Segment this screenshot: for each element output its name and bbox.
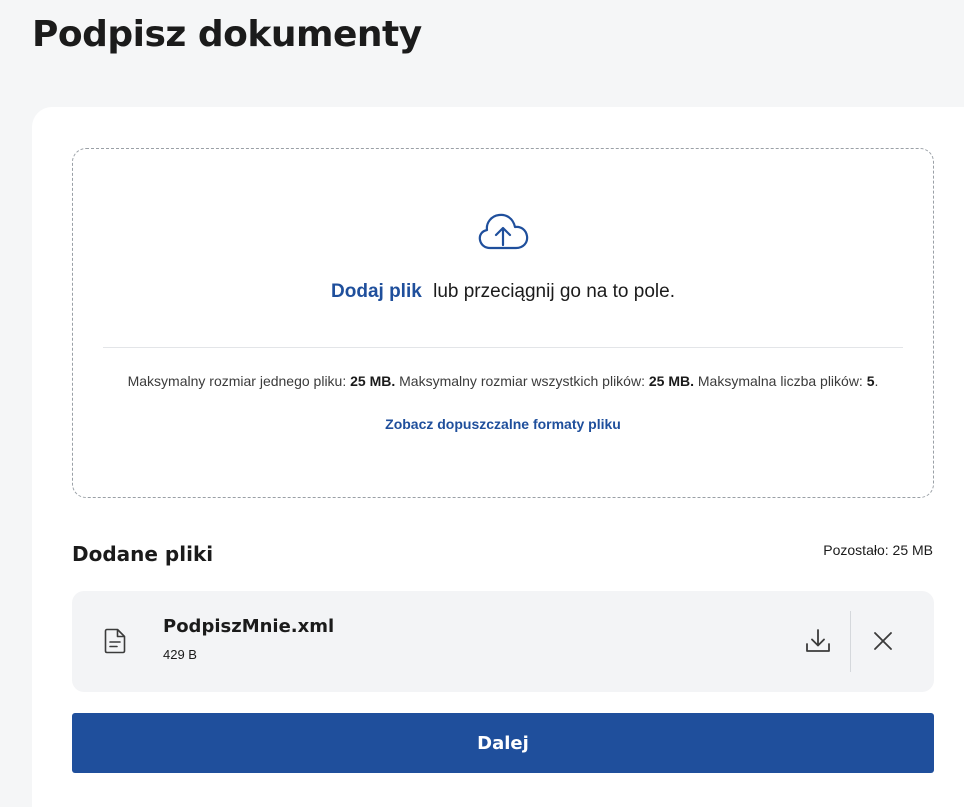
- max-single-label: Maksymalny rozmiar jednego pliku:: [127, 373, 347, 389]
- file-list-item: PodpiszMnie.xml 429 B: [72, 591, 934, 692]
- max-count-value: 5: [866, 373, 875, 389]
- drag-instruction-text: lub przeciągnij go na to pole.: [433, 281, 675, 302]
- cloud-upload-icon: [478, 213, 529, 250]
- page-title: Podpisz dokumenty: [32, 14, 422, 55]
- allowed-formats-link[interactable]: Zobacz dopuszczalne formaty pliku: [73, 416, 933, 432]
- max-single-value: 25 MB.: [350, 373, 396, 389]
- next-button[interactable]: Dalej: [72, 713, 934, 773]
- action-divider: [850, 611, 851, 672]
- document-icon: [104, 628, 126, 654]
- dropzone-divider: [103, 347, 903, 348]
- file-limits-text: Maksymalny rozmiar jednego pliku: 25 MB.…: [103, 371, 903, 392]
- file-dropzone[interactable]: Dodaj plik lub przeciągnij go na to pole…: [72, 148, 934, 498]
- max-count-label: Maksymalna liczba plików:: [697, 373, 863, 389]
- max-total-label: Maksymalny rozmiar wszystkich plików:: [399, 373, 645, 389]
- remaining-space: Pozostało: 25 MB: [823, 542, 933, 558]
- download-icon[interactable]: [801, 624, 835, 658]
- dropzone-instruction: Dodaj plik lub przeciągnij go na to pole…: [73, 281, 933, 303]
- added-files-heading: Dodane pliki: [72, 542, 214, 566]
- file-size: 429 B: [163, 647, 197, 662]
- max-count-suffix: .: [874, 373, 879, 389]
- max-total-value: 25 MB.: [648, 373, 694, 389]
- add-file-link[interactable]: Dodaj plik: [331, 281, 422, 302]
- file-name: PodpiszMnie.xml: [163, 616, 335, 637]
- close-icon[interactable]: [866, 624, 900, 658]
